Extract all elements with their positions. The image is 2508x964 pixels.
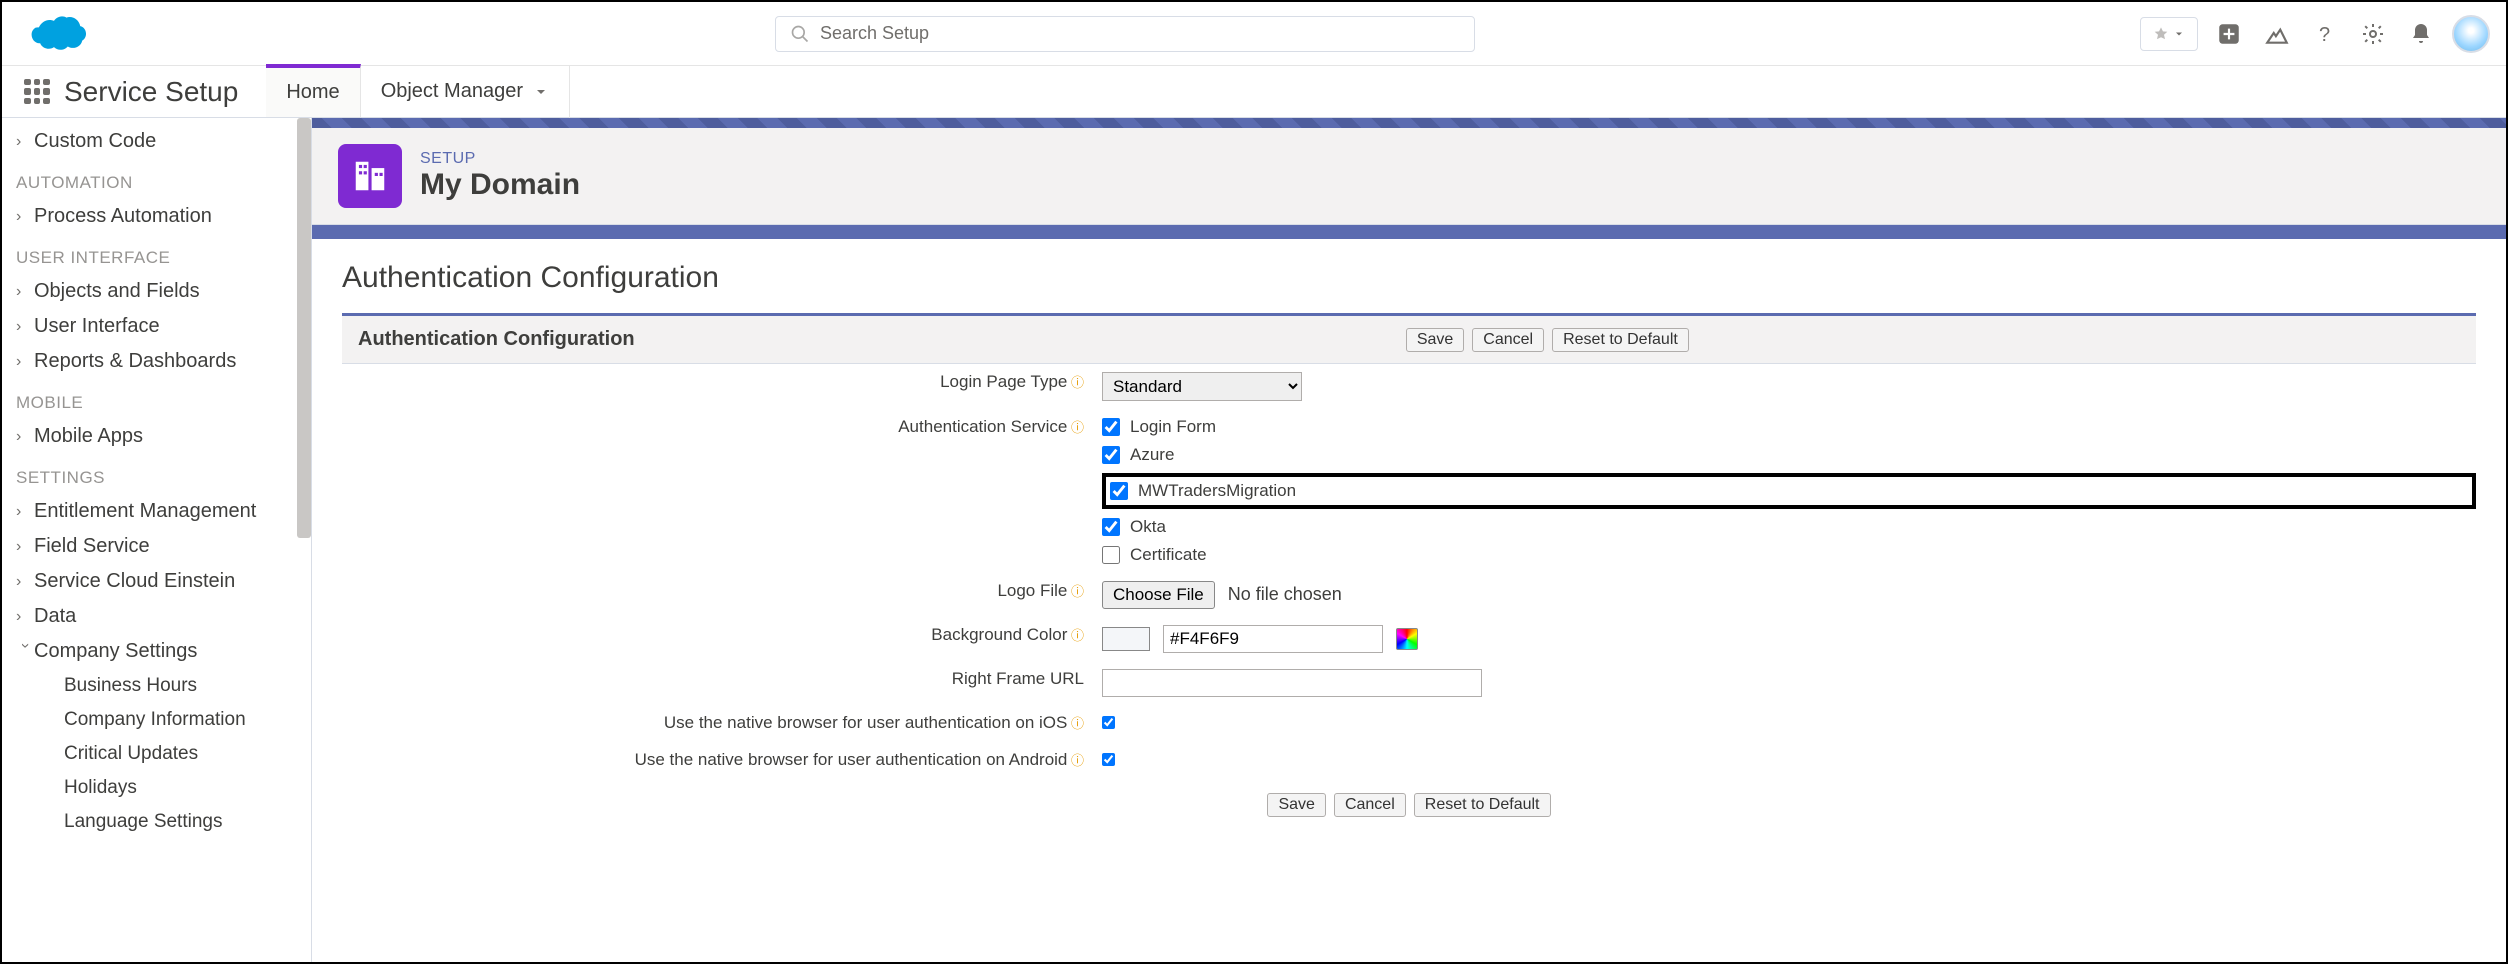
scrollbar-thumb[interactable] bbox=[297, 118, 311, 538]
auth-service-login-form[interactable]: Login Form bbox=[1102, 417, 2476, 437]
login-page-type-select[interactable]: Standard bbox=[1102, 372, 1302, 401]
global-header: Search Setup ? bbox=[2, 2, 2506, 66]
sidebar-item-objects-fields[interactable]: ›Objects and Fields bbox=[2, 274, 311, 309]
notifications-button[interactable] bbox=[2404, 17, 2438, 51]
decorative-band bbox=[312, 118, 2506, 128]
global-search[interactable]: Search Setup bbox=[775, 16, 1475, 52]
sidebar-item-user-interface[interactable]: ›User Interface bbox=[2, 309, 311, 344]
page-title: My Domain bbox=[420, 168, 580, 202]
sidebar-heading-settings: SETTINGS bbox=[2, 454, 311, 494]
search-placeholder: Search Setup bbox=[820, 23, 929, 44]
star-icon bbox=[2153, 26, 2169, 42]
reset-button-bottom[interactable]: Reset to Default bbox=[1414, 793, 1551, 817]
content-area: SETUP My Domain Authentication Configura… bbox=[312, 118, 2506, 962]
help-icon[interactable]: ⓘ bbox=[1067, 420, 1084, 435]
sidebar-item-data[interactable]: ›Data bbox=[2, 599, 311, 634]
page-icon bbox=[338, 144, 402, 208]
sidebar-item-reports-dashboards[interactable]: ›Reports & Dashboards bbox=[2, 344, 311, 379]
app-launcher-button[interactable] bbox=[20, 75, 54, 109]
sidebar-item-mobile-apps[interactable]: ›Mobile Apps bbox=[2, 419, 311, 454]
label-native-ios: Use the native browser for user authenti… bbox=[664, 713, 1068, 732]
save-button[interactable]: Save bbox=[1406, 328, 1464, 352]
sidebar-heading-automation: AUTOMATION bbox=[2, 159, 311, 199]
auth-config-panel: Authentication Configuration Save Cancel… bbox=[342, 313, 2476, 841]
page-eyebrow: SETUP bbox=[420, 150, 580, 168]
auth-service-azure[interactable]: Azure bbox=[1102, 445, 2476, 465]
favorites-button[interactable] bbox=[2140, 17, 2198, 51]
native-android-checkbox[interactable] bbox=[1102, 753, 1115, 766]
save-button-bottom[interactable]: Save bbox=[1267, 793, 1325, 817]
sidebar-heading-ui: USER INTERFACE bbox=[2, 234, 311, 274]
decorative-band bbox=[312, 225, 2506, 239]
choose-file-button[interactable]: Choose File bbox=[1102, 581, 1215, 609]
label-logo-file: Logo File bbox=[997, 581, 1067, 600]
label-right-frame-url: Right Frame URL bbox=[952, 669, 1084, 688]
search-icon bbox=[790, 24, 810, 44]
auth-service-mwtraders[interactable]: MWTradersMigration bbox=[1110, 481, 1296, 501]
panel-title: Authentication Configuration bbox=[358, 328, 635, 351]
cancel-button[interactable]: Cancel bbox=[1472, 328, 1544, 352]
page-header: SETUP My Domain bbox=[312, 128, 2506, 225]
bell-icon bbox=[2409, 22, 2433, 46]
app-name: Service Setup bbox=[64, 76, 238, 108]
trailhead-button[interactable] bbox=[2260, 17, 2294, 51]
setup-button[interactable] bbox=[2356, 17, 2390, 51]
salesforce-logo bbox=[18, 11, 86, 57]
section-title: Authentication Configuration bbox=[342, 261, 2476, 295]
sidebar-item-business-hours[interactable]: Business Hours bbox=[2, 669, 311, 703]
chevron-down-icon bbox=[2173, 28, 2185, 40]
sidebar-item-entitlement[interactable]: ›Entitlement Management bbox=[2, 494, 311, 529]
help-icon[interactable]: ⓘ bbox=[1067, 716, 1084, 731]
question-icon: ? bbox=[2313, 22, 2337, 46]
file-status: No file chosen bbox=[1228, 584, 1342, 604]
label-bg-color: Background Color bbox=[931, 625, 1067, 644]
help-icon[interactable]: ⓘ bbox=[1067, 584, 1084, 599]
sidebar-item-language-settings[interactable]: Language Settings bbox=[2, 805, 311, 839]
sidebar-item-process-automation[interactable]: ›Process Automation bbox=[2, 199, 311, 234]
sidebar-item-company-settings[interactable]: ›Company Settings bbox=[2, 634, 311, 669]
color-swatch bbox=[1102, 627, 1150, 651]
auth-service-certificate[interactable]: Certificate bbox=[1102, 545, 2476, 565]
sidebar-item-custom-code[interactable]: ›Custom Code bbox=[2, 124, 311, 159]
help-icon[interactable]: ⓘ bbox=[1067, 628, 1084, 643]
setup-tree[interactable]: ›Custom Code AUTOMATION ›Process Automat… bbox=[2, 118, 312, 962]
gear-icon bbox=[2361, 22, 2385, 46]
building-icon bbox=[351, 157, 389, 195]
reset-button[interactable]: Reset to Default bbox=[1552, 328, 1689, 352]
native-ios-checkbox[interactable] bbox=[1102, 716, 1115, 729]
trailhead-icon bbox=[2264, 21, 2290, 47]
auth-service-okta[interactable]: Okta bbox=[1102, 517, 2476, 537]
label-native-android: Use the native browser for user authenti… bbox=[635, 750, 1068, 769]
sidebar-item-critical-updates[interactable]: Critical Updates bbox=[2, 737, 311, 771]
header-actions: ? bbox=[2140, 15, 2490, 53]
help-icon[interactable]: ⓘ bbox=[1067, 753, 1084, 768]
plus-icon bbox=[2216, 21, 2242, 47]
tab-object-manager[interactable]: Object Manager bbox=[361, 66, 570, 118]
sidebar-item-einstein[interactable]: ›Service Cloud Einstein bbox=[2, 564, 311, 599]
svg-text:?: ? bbox=[2319, 24, 2330, 46]
sidebar-item-holidays[interactable]: Holidays bbox=[2, 771, 311, 805]
label-login-page-type: Login Page Type bbox=[940, 372, 1067, 391]
avatar[interactable] bbox=[2452, 15, 2490, 53]
auth-service-mwtraders-highlight: MWTradersMigration bbox=[1102, 473, 2476, 509]
bg-color-input[interactable] bbox=[1163, 625, 1383, 653]
help-button[interactable]: ? bbox=[2308, 17, 2342, 51]
sidebar-item-field-service[interactable]: ›Field Service bbox=[2, 529, 311, 564]
sidebar-heading-mobile: MOBILE bbox=[2, 379, 311, 419]
tab-home[interactable]: Home bbox=[266, 64, 360, 117]
app-nav: Service Setup Home Object Manager bbox=[2, 66, 2506, 118]
label-auth-service: Authentication Service bbox=[898, 417, 1067, 436]
add-button[interactable] bbox=[2212, 17, 2246, 51]
cancel-button-bottom[interactable]: Cancel bbox=[1334, 793, 1406, 817]
help-icon[interactable]: ⓘ bbox=[1067, 375, 1084, 390]
chevron-down-icon bbox=[533, 84, 549, 100]
color-picker-button[interactable] bbox=[1396, 628, 1418, 650]
sidebar-item-company-info[interactable]: Company Information bbox=[2, 703, 311, 737]
right-frame-url-input[interactable] bbox=[1102, 669, 1482, 697]
